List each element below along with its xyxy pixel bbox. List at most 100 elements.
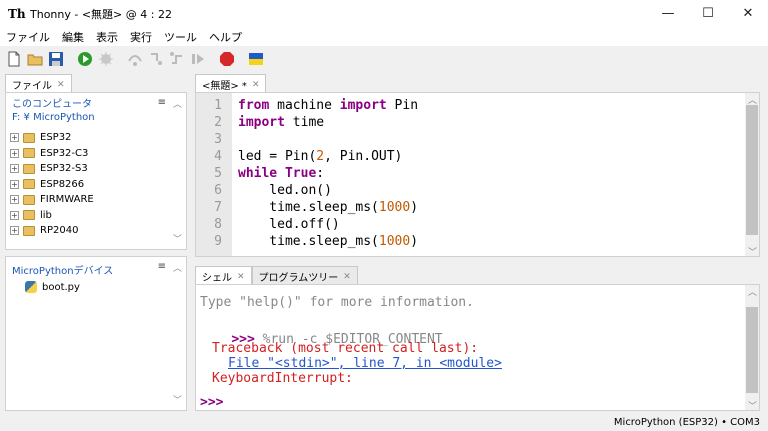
tree-item-esp32-c3[interactable]: + ESP32-C3 [10,146,94,162]
scroll-up-icon[interactable]: ︿ [748,285,757,298]
thonny-logo-icon: Th [8,6,26,21]
folder-icon [23,179,35,190]
stop-icon[interactable] [219,51,235,67]
panel-menu-icon[interactable]: ≡ [158,97,166,108]
debug-icon[interactable] [98,51,114,67]
line-number: 4 [214,149,222,164]
status-bar: MicroPython (ESP32) • COM3 [0,413,768,431]
scroll-up-icon[interactable]: ︿ [173,261,182,274]
maximize-button[interactable]: ☐ [688,0,728,27]
tab-program-tree[interactable]: プログラムツリー ✕ [251,266,358,284]
title-bar: Th Thonny - <無題> @ 4 : 22 — ☐ ✕ [0,0,768,27]
tab-editor-untitled[interactable]: <無題> * ✕ [195,74,267,92]
ukraine-flag-icon[interactable] [248,51,264,67]
shell-input-prompt[interactable]: >>> [200,395,223,410]
toolbar [0,46,768,72]
resume-icon[interactable] [190,51,206,67]
menu-run[interactable]: 実行 [130,29,152,45]
files-tabbar: ファイル ✕ [5,74,72,92]
python-file-icon [25,281,37,293]
editor-scroll-thumb[interactable] [746,105,758,235]
menu-help[interactable]: ヘルプ [209,29,242,45]
menu-tools[interactable]: ツール [164,29,197,45]
close-tab-icon[interactable]: ✕ [343,272,351,282]
expand-icon[interactable]: + [10,164,19,174]
expand-icon[interactable]: + [10,148,19,158]
device-file-boot[interactable]: boot.py [25,281,80,293]
tab-files-label: ファイル [12,81,52,92]
line-number: 6 [214,183,222,198]
file-tree: + ESP32 + ESP32-C3 + ESP32-S3 + ESP8266 + FIR… [10,130,94,239]
new-file-icon[interactable] [6,51,22,67]
tree-item-esp32-s3[interactable]: + ESP32-S3 [10,161,94,177]
expand-icon[interactable]: + [10,210,19,220]
close-button[interactable]: ✕ [728,0,768,27]
step-out-icon[interactable] [169,51,185,67]
panel-menu-icon[interactable]: ≡ [158,261,166,272]
tree-item-firmware[interactable]: + FIRMWARE [10,192,94,208]
code-line[interactable]: while True: [238,166,324,181]
folder-icon [23,132,35,143]
folder-icon [23,194,35,205]
expand-icon[interactable]: + [10,133,19,143]
shell-tab-label: シェル [202,273,232,284]
tab-shell[interactable]: シェル ✕ [195,266,252,284]
folder-icon [23,225,35,236]
this-computer-label[interactable]: このコンピュータ [12,98,95,111]
line-number: 5 [214,166,222,181]
shell-scroll-thumb[interactable] [746,307,758,393]
code-editor[interactable]: 1 2 3 4 5 6 7 8 9 from machine import Pin import … [195,92,760,257]
tree-item-rp2040[interactable]: + RP2040 [10,223,94,239]
editor-scrollbar[interactable]: ︿ ﹀ [745,93,759,256]
menu-edit[interactable]: 編集 [62,29,84,45]
shell-scrollbar[interactable]: ︿ ﹀ [745,285,759,410]
error-message: KeyboardInterrupt: [212,371,353,386]
shell-help-text: Type "help()" for more information. [200,295,474,310]
step-over-icon[interactable] [127,51,143,67]
folder-icon [23,148,35,159]
menu-file[interactable]: ファイル [6,29,50,45]
window-title: Thonny - <無題> @ 4 : 22 [30,7,172,21]
folder-icon [23,163,35,174]
close-tab-icon[interactable]: ✕ [237,272,245,282]
line-number-gutter: 1 2 3 4 5 6 7 8 9 [196,93,232,256]
scroll-down-icon[interactable]: ﹀ [748,245,757,256]
code-line[interactable]: time.sleep_ms(1000) [238,234,418,249]
expand-icon[interactable]: + [10,226,19,236]
traceback-file-link[interactable]: File "<stdin>", line 7, in <module> [228,356,502,371]
expand-icon[interactable]: + [10,179,19,189]
scroll-down-icon[interactable]: ﹀ [173,393,182,406]
expand-icon[interactable]: + [10,195,19,205]
scroll-up-icon[interactable]: ︿ [173,97,182,110]
scroll-down-icon[interactable]: ﹀ [748,399,757,410]
tree-item-lib[interactable]: + lib [10,208,94,224]
editor-tabbar: <無題> * ✕ [195,74,267,92]
current-path[interactable]: F: ¥ MicroPython [12,111,95,124]
menu-view[interactable]: 表示 [96,29,118,45]
scroll-down-icon[interactable]: ﹀ [173,232,182,245]
code-line[interactable]: from machine import Pin [238,98,418,113]
code-line[interactable]: import time [238,115,324,130]
save-icon[interactable] [48,51,64,67]
minimize-button[interactable]: — [648,0,688,27]
shell-tabbar: シェル ✕ プログラムツリー ✕ [195,266,358,284]
tab-files[interactable]: ファイル ✕ [5,74,72,92]
close-tab-icon[interactable]: ✕ [252,80,260,90]
code-line[interactable]: led.off() [238,217,339,232]
interpreter-status[interactable]: MicroPython (ESP32) • COM3 [614,417,760,428]
open-file-icon[interactable] [27,51,43,67]
tree-item-esp32[interactable]: + ESP32 [10,130,94,146]
code-line[interactable]: time.sleep_ms(1000) [238,200,418,215]
devices-panel: MicroPythonデバイス ≡ boot.py ︿ ﹀ [5,256,187,411]
tree-item-esp8266[interactable]: + ESP8266 [10,177,94,193]
device-panel-title[interactable]: MicroPythonデバイス [12,262,113,277]
step-into-icon[interactable] [148,51,164,67]
code-line[interactable]: led = Pin(2, Pin.OUT) [238,149,402,164]
program-tree-tab-label: プログラムツリー [258,273,339,284]
close-tab-icon[interactable]: ✕ [57,80,65,90]
editor-tab-label: <無題> * [202,81,247,92]
run-icon[interactable] [77,51,93,67]
shell-panel[interactable]: Type "help()" for more information. >>> … [195,284,760,411]
code-line[interactable]: led.on() [238,183,332,198]
line-number: 7 [214,200,222,215]
